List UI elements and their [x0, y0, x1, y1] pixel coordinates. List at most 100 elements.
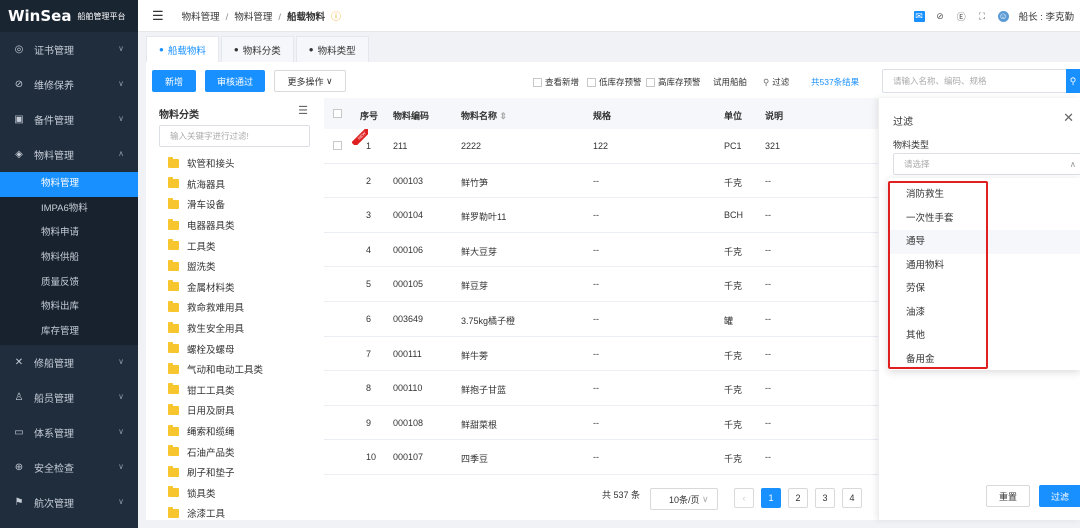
sidebar-item-label: 证书管理 [34, 46, 74, 57]
table-row[interactable]: 8 000110 鲜抱子甘蓝 -- 千克 -- [324, 371, 880, 406]
maintenance-icon: ⊘ [14, 79, 24, 90]
tab-onboard-materials[interactable]: ● 船载物料 [146, 36, 219, 62]
user-name[interactable]: 船长 : 李克勤 [1019, 9, 1074, 23]
category-item[interactable]: 金属材料类 [168, 277, 235, 298]
breadcrumb-item[interactable]: 物料管理 [182, 12, 220, 23]
col-name[interactable]: 物料名称 ⇕ [461, 109, 507, 122]
reset-button[interactable]: 重置 [986, 485, 1030, 507]
tab-material-categories[interactable]: ● 物料分类 [220, 36, 294, 62]
sidebar-item-repair[interactable]: ✕ 修船管理 ∨ [0, 345, 138, 380]
category-item[interactable]: 钳工工具类 [168, 380, 235, 401]
approve-button[interactable]: 审核通过 [205, 70, 265, 92]
sidebar-item-crew[interactable]: ♙ 船员管理 ∨ [0, 380, 138, 415]
ship-use-link[interactable]: 试用船舶 [713, 76, 747, 88]
sidebar-item-maintenance[interactable]: ⊘ 维修保养 ∨ [0, 67, 138, 102]
submenu-item-inventory[interactable]: 库存管理 [0, 320, 138, 345]
eye-off-icon[interactable]: ⊘ [935, 11, 946, 22]
apply-filter-button[interactable]: 过滤 [1039, 485, 1080, 507]
tab-material-types[interactable]: ● 物料类型 [295, 36, 369, 62]
checkbox[interactable] [533, 77, 542, 87]
table-row[interactable]: 6 003649 3.75kg橘子橙 -- 罐 -- [324, 302, 880, 337]
table-row[interactable]: 4 000106 鲜大豆芽 -- 千克 -- [324, 233, 880, 268]
submenu-item-outbound[interactable]: 物料出库 [0, 295, 138, 321]
page-button[interactable]: 4 [842, 488, 862, 508]
page-button[interactable]: 3 [815, 488, 835, 508]
category-item[interactable]: 螺栓及螺母 [168, 338, 235, 359]
submenu-item-material-management[interactable]: 物料管理 [0, 172, 138, 197]
category-item[interactable]: 日用及厨具 [168, 400, 235, 421]
table-row[interactable]: 10 000107 四季豆 -- 千克 -- [324, 440, 880, 475]
category-item[interactable]: 涂漆工具 [168, 503, 225, 524]
category-item[interactable]: 航海器具 [168, 174, 225, 195]
material-type-select[interactable]: 请选择 ∧ [893, 153, 1080, 175]
category-item[interactable]: 救生安全用具 [168, 318, 244, 339]
table-row[interactable]: 2 000103 鲜竹笋 -- 千克 -- [324, 164, 880, 199]
cell-code: 000106 [393, 244, 424, 255]
folder-icon [168, 506, 179, 518]
category-item[interactable]: 软管和接头 [168, 153, 235, 174]
category-title: 物料分类 [159, 110, 199, 121]
category-item[interactable]: 滑车设备 [168, 194, 225, 215]
sidebar-item-spare-parts[interactable]: ▣ 备件管理 ∨ [0, 102, 138, 137]
sidebar-item-certificates[interactable]: ◎ 证书管理 ∨ [0, 32, 138, 67]
breadcrumb-item[interactable]: 物料管理 [234, 12, 272, 23]
category-item[interactable]: 电器器具类 [168, 215, 235, 236]
table-row[interactable]: 3 000104 鲜罗勒叶11 -- BCH -- [324, 198, 880, 233]
toolbar: 新增 审核通过 更多操作 ∨ 查看新增 低库存预警 高库存预警 试用船舶 ⚲ 过滤… [146, 62, 1080, 98]
add-button[interactable]: 新增 [152, 70, 196, 92]
category-item[interactable]: 盥洗类 [168, 256, 216, 277]
category-item[interactable]: 绳索和缆绳 [168, 421, 235, 442]
language-icon[interactable]: Ⓔ [956, 11, 967, 22]
cell-spec: -- [593, 417, 599, 428]
category-label: 软管和接头 [187, 159, 235, 171]
menu-toggle-icon[interactable]: ☰ [152, 8, 164, 24]
cell-name: 鲜抱子甘蓝 [461, 385, 507, 396]
category-item[interactable]: 刷子和垫子 [168, 462, 235, 483]
high-stock-option[interactable]: 高库存预警 [646, 76, 701, 88]
checkbox[interactable] [646, 77, 655, 87]
select-all-checkbox[interactable] [333, 108, 345, 119]
sidebar-item-safety[interactable]: ⊕ 安全检查 ∨ [0, 450, 138, 485]
submenu-item-material-supply[interactable]: 物料供船 [0, 246, 138, 271]
category-item[interactable]: 工具类 [168, 235, 216, 256]
prev-page-button[interactable]: ‹ [734, 488, 754, 508]
pin-icon: ● [308, 45, 314, 54]
mail-icon[interactable]: ✉ [913, 10, 925, 22]
avatar[interactable]: ☺ [997, 10, 1009, 22]
sort-icon[interactable]: ⇕ [500, 111, 508, 121]
category-search-input[interactable]: 输入关键字进行过滤! [159, 125, 310, 147]
category-item[interactable]: 气动和电动工具类 [168, 359, 263, 380]
checkbox[interactable] [587, 77, 596, 87]
filter-link[interactable]: ⚲ 过滤 [763, 76, 789, 88]
check-new-option[interactable]: 查看新增 [533, 76, 579, 88]
category-item[interactable]: 锁具类 [168, 483, 216, 504]
info-icon[interactable]: ⓘ [331, 8, 341, 23]
list-view-icon[interactable]: ☰ [298, 104, 308, 117]
page-button[interactable]: 1 [761, 488, 781, 508]
close-icon[interactable]: ✕ [1063, 110, 1074, 126]
sidebar-item-materials[interactable]: ◈ 物料管理 ∧ [0, 137, 138, 172]
table-row[interactable]: 9 000108 鲜甜菜根 -- 千克 -- [324, 406, 880, 441]
fullscreen-icon[interactable]: ⛶ [977, 11, 988, 22]
row-checkbox[interactable] [333, 141, 342, 150]
category-label: 锁具类 [187, 488, 216, 500]
submenu-item-material-request[interactable]: 物料申请 [0, 221, 138, 247]
table-row[interactable]: NEW 1 211 2222 122 PC1 321 [324, 129, 880, 164]
page-size-select[interactable]: 10条/页 ∨ [650, 488, 718, 510]
sidebar-item-system[interactable]: ▭ 体系管理 ∨ [0, 415, 138, 450]
table-row[interactable]: 7 000111 鲜牛蒡 -- 千克 -- [324, 337, 880, 372]
option-label: 低库存预警 [599, 77, 642, 87]
table-row[interactable]: 5 000105 鲜豆芽 -- 千克 -- [324, 267, 880, 302]
sidebar-item-voyage[interactable]: ⚑ 航次管理 ∨ [0, 485, 138, 520]
submenu-item-quality-feedback[interactable]: 质量反馈 [0, 270, 138, 296]
page-button[interactable]: 2 [788, 488, 808, 508]
more-actions-dropdown[interactable]: 更多操作 ∨ [274, 70, 346, 92]
search-button[interactable]: ⚲ [1066, 69, 1080, 93]
cell-name: 鲜甜菜根 [461, 419, 498, 430]
submenu-item-impa6[interactable]: IMPA6物料 [0, 196, 138, 222]
category-item[interactable]: 救命救难用具 [168, 297, 244, 318]
category-item[interactable]: 石油产品类 [168, 441, 235, 462]
low-stock-option[interactable]: 低库存预警 [587, 76, 642, 88]
search-input[interactable]: 请输入名称、编码、规格 [882, 69, 1068, 93]
sidebar-item-label: 体系管理 [34, 428, 74, 440]
